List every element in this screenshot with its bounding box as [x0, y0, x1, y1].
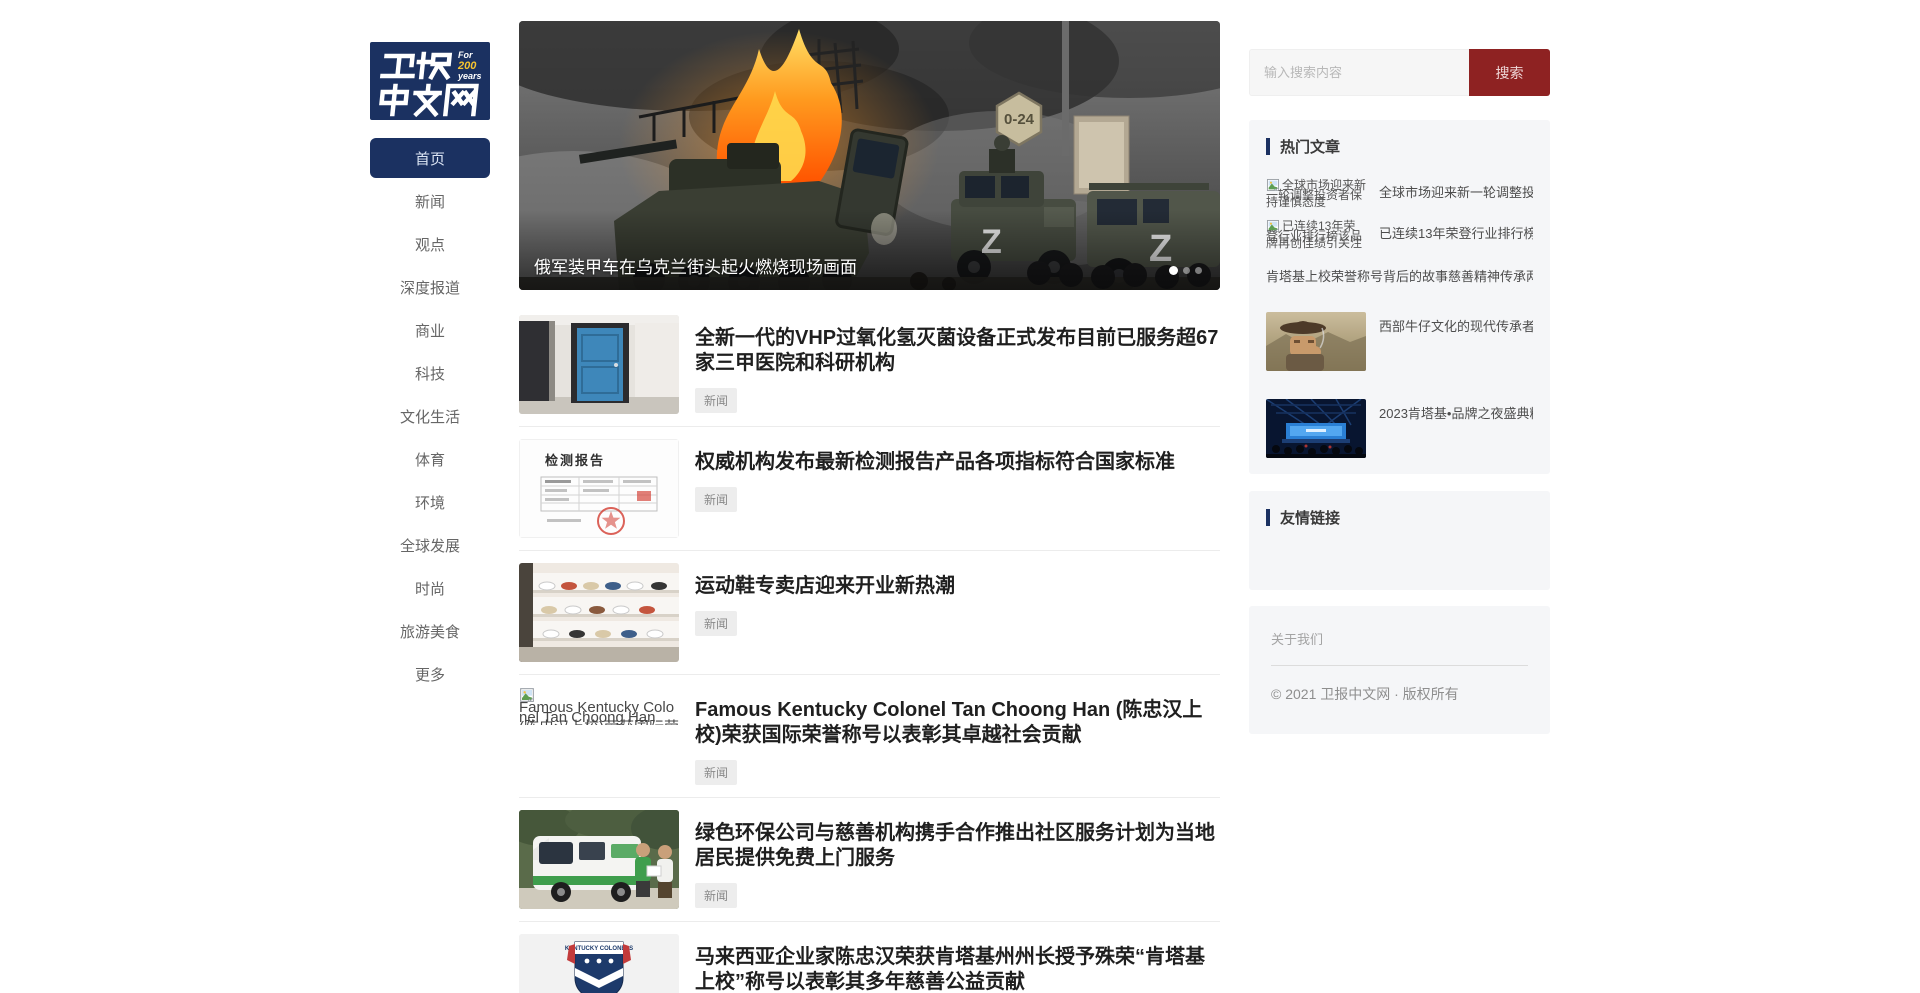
- article-thumbnail-shoe-store[interactable]: [519, 563, 679, 662]
- hot-article-item[interactable]: 已连续13年荣登行业排行榜该品牌再创佳绩引关注 已连续13年荣登行业排行榜该品牌…: [1266, 219, 1533, 255]
- hot-thumbnail-conference: [1266, 399, 1366, 458]
- nav-item-culture[interactable]: 文化生活: [370, 395, 490, 438]
- search-button[interactable]: 搜索: [1469, 49, 1550, 96]
- hot-article-title[interactable]: 2023肯塔基•品牌之夜盛典精彩全回顾: [1379, 399, 1533, 458]
- article-thumbnail-broken-image[interactable]: Famous Kentucky Colonel Tan Choong Han (…: [519, 687, 679, 725]
- right-sidebar: 搜索 热门文章 全球市场迎来新一轮调整投资者保持谨慎态度 全球市场迎来新一轮调整…: [1249, 0, 1550, 993]
- article-row: 运动鞋专卖店迎来开业新热潮 新闻: [519, 563, 1220, 675]
- article-row: 绿色环保公司与慈善机构携手合作推出社区服务计划为当地居民提供免费上门服务 新闻: [519, 810, 1220, 922]
- links-card: 友情链接: [1249, 491, 1550, 590]
- hot-article-title[interactable]: 肯塔基上校荣誉称号背后的故事慈善精神传承两个世纪: [1266, 268, 1533, 286]
- svg-text:检测报告: 检测报告: [545, 453, 605, 468]
- nav-item-opinion[interactable]: 观点: [370, 223, 490, 266]
- section-accent-bar: [1266, 138, 1270, 155]
- hot-article-title[interactable]: 已连续13年荣登行业排行榜该品牌再创佳绩引关注: [1379, 219, 1533, 255]
- hot-thumbnail-cowboy: [1266, 312, 1366, 371]
- article-list: 全新一代的VHP过氧化氢灭菌设备正式发布目前已服务超67家三甲医院和科研机构 新…: [519, 315, 1220, 993]
- article-row: 检测报告: [519, 439, 1220, 551]
- nav-item-home[interactable]: 首页: [370, 138, 490, 178]
- hero-carousel-slide[interactable]: 0-24: [519, 21, 1220, 290]
- nav-item-environment[interactable]: 环境: [370, 481, 490, 524]
- section-title: 友情链接: [1280, 507, 1340, 528]
- hot-articles-card: 热门文章 全球市场迎来新一轮调整投资者保持谨慎态度 全球市场迎来新一轮调整投资者…: [1249, 120, 1550, 474]
- article-title[interactable]: 权威机构发布最新检测报告产品各项指标符合国家标准: [695, 450, 1175, 475]
- logo-tagline-for: For: [458, 50, 473, 60]
- article-title[interactable]: 马来西亚企业家陈忠汉荣获肯塔基州州长授予殊荣“肯塔基上校”称号以表彰其多年慈善公…: [695, 945, 1220, 993]
- article-row: 全新一代的VHP过氧化氢灭菌设备正式发布目前已服务超67家三甲医院和科研机构 新…: [519, 315, 1220, 427]
- image-alt-text: 全球市场迎来新一轮调整投资者保持谨慎态度: [1266, 178, 1366, 209]
- svg-text:0-24: 0-24: [1004, 111, 1035, 128]
- hot-article-item[interactable]: 全球市场迎来新一轮调整投资者保持谨慎态度 全球市场迎来新一轮调整投资者保持谨慎态…: [1266, 178, 1533, 214]
- article-thumbnail-van[interactable]: [519, 810, 679, 909]
- article-category-tag[interactable]: 新闻: [695, 883, 737, 908]
- article-thumbnail-door-room[interactable]: [519, 315, 679, 414]
- article-title[interactable]: Famous Kentucky Colonel Tan Choong Han (…: [695, 698, 1220, 748]
- nav-item-fashion[interactable]: 时尚: [370, 567, 490, 610]
- article-thumbnail-emblem[interactable]: KENTUCKY COLONELS: [519, 934, 679, 993]
- hot-article-item[interactable]: 肯塔基上校荣誉称号背后的故事慈善精神传承两个世纪: [1266, 268, 1533, 286]
- carousel-dot[interactable]: [1195, 267, 1202, 274]
- nav-item-global[interactable]: 全球发展: [370, 524, 490, 567]
- hot-articles-header: 热门文章: [1266, 136, 1533, 157]
- hot-article-item[interactable]: 西部牛仔文化的现代传承者口述实录: 独家专访: [1266, 312, 1533, 371]
- left-sidebar: For 200 years 首页 新闻 观点 深度报道 商业 科技 文化生活 体…: [370, 0, 490, 993]
- hot-thumbnail-broken-image: 已连续13年荣登行业排行榜该品牌再创佳绩引关注: [1266, 219, 1366, 255]
- article-title[interactable]: 绿色环保公司与慈善机构携手合作推出社区服务计划为当地居民提供免费上门服务: [695, 821, 1220, 871]
- svg-text:KENTUCKY COLONELS: KENTUCKY COLONELS: [565, 946, 633, 952]
- article-title[interactable]: 运动鞋专卖店迎来开业新热潮: [695, 574, 955, 599]
- article-title[interactable]: 全新一代的VHP过氧化氢灭菌设备正式发布目前已服务超67家三甲医院和科研机构: [695, 326, 1220, 376]
- nav-item-tech[interactable]: 科技: [370, 352, 490, 395]
- copyright-text: © 2021 卫报中文网 · 版权所有: [1271, 684, 1528, 704]
- carousel-dot[interactable]: [1183, 267, 1190, 274]
- article-category-tag[interactable]: 新闻: [695, 611, 737, 636]
- image-alt-text: Famous Kentucky Colonel Tan Choong Han (…: [519, 699, 679, 725]
- hot-thumbnail-broken-image: 全球市场迎来新一轮调整投资者保持谨慎态度: [1266, 178, 1366, 214]
- article-thumbnail-test-report[interactable]: 检测报告: [519, 439, 679, 538]
- section-title: 热门文章: [1280, 136, 1340, 157]
- footer-card: 关于我们 © 2021 卫报中文网 · 版权所有: [1249, 606, 1550, 734]
- section-accent-bar: [1266, 509, 1270, 526]
- logo-tagline-years: years: [457, 71, 482, 81]
- hero-caption: 俄军装甲车在乌克兰街头起火燃烧现场画面: [534, 253, 857, 278]
- hot-article-title[interactable]: 西部牛仔文化的现代传承者口述实录: 独家专访: [1379, 312, 1533, 371]
- main-nav: 首页 新闻 观点 深度报道 商业 科技 文化生活 体育 环境 全球发展 时尚 旅…: [370, 138, 490, 696]
- search-input[interactable]: [1249, 49, 1469, 96]
- nav-item-more[interactable]: 更多: [370, 653, 490, 696]
- hero-caption-gradient: [519, 210, 1220, 290]
- image-alt-text: 已连续13年荣登行业排行榜该品牌再创佳绩引关注: [1266, 219, 1362, 250]
- links-header: 友情链接: [1266, 507, 1533, 528]
- article-row: Famous Kentucky Colonel Tan Choong Han (…: [519, 687, 1220, 798]
- article-category-tag[interactable]: 新闻: [695, 487, 737, 512]
- search-bar: 搜索: [1249, 49, 1550, 96]
- hot-article-title[interactable]: 全球市场迎来新一轮调整投资者保持谨慎态度: [1379, 178, 1533, 214]
- nav-item-news[interactable]: 新闻: [370, 180, 490, 223]
- page-container: For 200 years 首页 新闻 观点 深度报道 商业 科技 文化生活 体…: [370, 0, 1550, 993]
- carousel-dot-active[interactable]: [1169, 266, 1178, 275]
- nav-item-indepth[interactable]: 深度报道: [370, 266, 490, 309]
- nav-item-business[interactable]: 商业: [370, 309, 490, 352]
- about-link[interactable]: 关于我们: [1271, 629, 1528, 648]
- carousel-dots: [1169, 266, 1202, 275]
- nav-item-sport[interactable]: 体育: [370, 438, 490, 481]
- article-row: KENTUCKY COLONELS: [519, 934, 1220, 993]
- nav-item-travel[interactable]: 旅游美食: [370, 610, 490, 653]
- article-category-tag[interactable]: 新闻: [695, 760, 737, 785]
- footer-divider: [1271, 665, 1528, 666]
- hot-article-item[interactable]: 2023肯塔基•品牌之夜盛典精彩全回顾: [1266, 399, 1533, 458]
- article-category-tag[interactable]: 新闻: [695, 388, 737, 413]
- site-logo[interactable]: For 200 years: [370, 42, 490, 120]
- main-content: 0-24: [519, 0, 1220, 993]
